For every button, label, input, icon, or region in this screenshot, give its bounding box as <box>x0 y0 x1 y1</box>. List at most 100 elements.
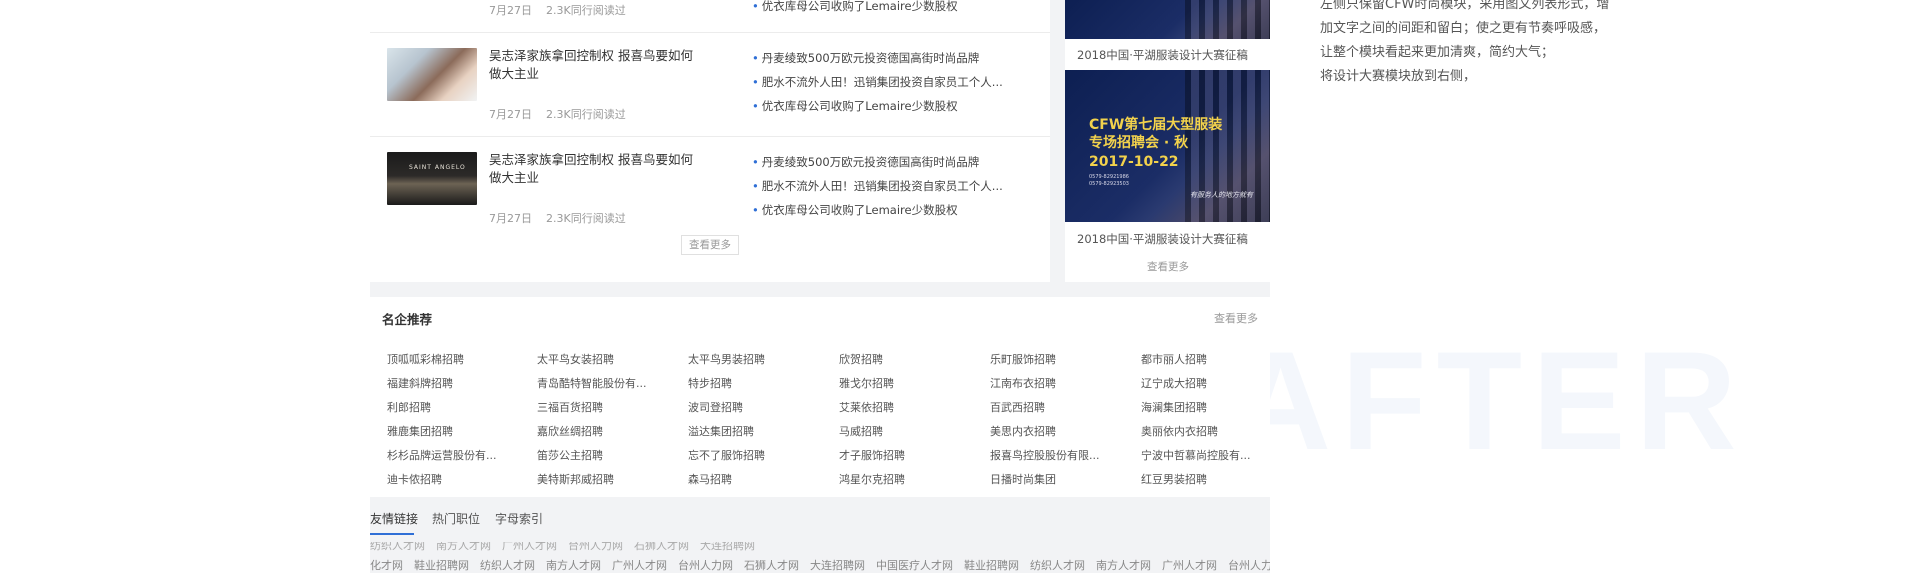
news-meta: 7月27日 2.3K同行阅读过 <box>489 2 626 18</box>
note-line: 加文字之间的间距和留白；使之更有节奏呼吸感， <box>1320 21 1607 36</box>
company-link[interactable]: 鸿星尔克招聘 <box>839 471 979 487</box>
related-link[interactable]: 肥水不流外人田！迅销集团投资自家员工个人... <box>752 174 1022 198</box>
note-line: 将设计大赛模块放到右侧， <box>1320 69 1477 84</box>
friend-link[interactable]: 石狮人才网 <box>744 559 799 572</box>
event-banner[interactable]: CFW第七届大型服装 专场招聘会 · 秋 2017-10-22 0579-829… <box>1065 70 1270 222</box>
section-title: 名企推荐 <box>382 312 433 327</box>
view-more-link[interactable]: 查看更多 <box>1147 259 1189 274</box>
banner-phone: 0579-82921986 <box>1089 174 1129 180</box>
company-link[interactable]: 顶呱呱彩棉招聘 <box>387 351 527 367</box>
event-banner[interactable] <box>1065 0 1270 39</box>
friend-link[interactable]: 广州人才网 <box>1162 559 1217 572</box>
news-title[interactable]: 吴志泽家族拿回控制权 报喜鸟要如何做大主业 <box>489 47 704 83</box>
note-line: 让整个模块看起来更加清爽，简约大气； <box>1320 45 1555 60</box>
company-link[interactable]: 辽宁成大招聘 <box>1141 375 1281 391</box>
company-link[interactable]: 奥丽依内衣招聘 <box>1141 423 1281 439</box>
news-reads: 2.3K同行阅读过 <box>546 4 626 17</box>
company-link[interactable]: 溢达集团招聘 <box>688 423 828 439</box>
company-link[interactable]: 雅鹿集团招聘 <box>387 423 527 439</box>
company-link[interactable]: 特步招聘 <box>688 375 828 391</box>
company-link[interactable]: 都市丽人招聘 <box>1141 351 1281 367</box>
tab-hot-jobs[interactable]: 热门职位 <box>432 510 480 527</box>
friend-link[interactable]: 石狮人才网 <box>634 542 689 551</box>
company-link[interactable]: 杉杉品牌运营股份有... <box>387 447 527 463</box>
friend-links-row: 纺织人才网 南方人才网 广州人才网 台州人力网 石狮人才网 大连招聘网 <box>370 542 1270 551</box>
company-link[interactable]: 美思内衣招聘 <box>990 423 1130 439</box>
company-link[interactable]: 海澜集团招聘 <box>1141 399 1281 415</box>
friend-link[interactable]: 中国医疗人才网 <box>876 559 953 572</box>
news-date: 7月27日 <box>489 4 532 17</box>
friend-link[interactable]: 南方人才网 <box>546 559 601 572</box>
event-panel: 2018中国·平湖服装设计大赛征稿 CFW第七届大型服装 专场招聘会 · 秋 2… <box>1065 0 1270 282</box>
event-caption[interactable]: 2018中国·平湖服装设计大赛征稿 <box>1077 47 1248 63</box>
friend-link[interactable]: 鞋业招聘网 <box>414 559 469 572</box>
news-row[interactable]: 7月27日 2.3K同行阅读过 优衣库母公司收购了Lemaire少数股权 <box>370 0 1050 33</box>
after-watermark: AFTER <box>1230 322 1747 479</box>
news-thumbnail[interactable] <box>387 48 477 101</box>
banner-figures <box>1185 0 1270 39</box>
company-link[interactable]: 嘉欣丝绸招聘 <box>537 423 677 439</box>
design-notes: 左侧只保留CFW时尚模块，采用图文列表形式，增 加文字之间的间距和留白；使之更有… <box>1320 0 1609 89</box>
company-link[interactable]: 太平鸟男装招聘 <box>688 351 828 367</box>
friend-link[interactable]: 大连招聘网 <box>700 542 755 551</box>
company-link[interactable]: 青岛酷特智能股份有... <box>537 375 677 391</box>
friend-link[interactable]: 纺织人才网 <box>480 559 535 572</box>
company-link[interactable]: 欣贺招聘 <box>839 351 979 367</box>
company-link[interactable]: 雅戈尔招聘 <box>839 375 979 391</box>
company-link[interactable]: 乐町服饰招聘 <box>990 351 1130 367</box>
related-link[interactable]: 肥水不流外人田！迅销集团投资自家员工个人... <box>752 70 1022 94</box>
company-link[interactable]: 太平鸟女装招聘 <box>537 351 677 367</box>
friend-link[interactable]: 鞋业招聘网 <box>964 559 1019 572</box>
friend-link[interactable]: 大连招聘网 <box>810 559 865 572</box>
news-meta: 7月27日 2.3K同行阅读过 <box>489 106 626 122</box>
news-panel: 7月27日 2.3K同行阅读过 优衣库母公司收购了Lemaire少数股权 吴志泽家… <box>370 0 1050 282</box>
company-link[interactable]: 波司登招聘 <box>688 399 828 415</box>
friend-link[interactable]: 南方人才网 <box>436 542 491 551</box>
company-link[interactable]: 三福百货招聘 <box>537 399 677 415</box>
company-link[interactable]: 才子服饰招聘 <box>839 447 979 463</box>
tab-friend-links[interactable]: 友情链接 <box>370 510 418 527</box>
news-date: 7月27日 <box>489 108 532 121</box>
related-link[interactable]: 丹麦绫致500万欧元投资德国高街时尚品牌 <box>752 46 1022 70</box>
company-link[interactable]: 忘不了服饰招聘 <box>688 447 828 463</box>
news-row[interactable]: SAINT ANGELO 吴志泽家族拿回控制权 报喜鸟要如何做大主业 7月27日… <box>370 137 1050 282</box>
company-link[interactable]: 利郎招聘 <box>387 399 527 415</box>
banner-title: CFW第七届大型服装 <box>1089 117 1223 133</box>
friend-link[interactable]: 纺织人才网 <box>370 542 425 551</box>
tab-letter-index[interactable]: 字母索引 <box>495 510 543 527</box>
related-link[interactable]: 优衣库母公司收购了Lemaire少数股权 <box>752 0 1022 18</box>
friend-link[interactable]: 南方人才网 <box>1096 559 1151 572</box>
related-link[interactable]: 优衣库母公司收购了Lemaire少数股权 <box>752 198 1022 222</box>
company-link[interactable]: 江南布衣招聘 <box>990 375 1130 391</box>
news-title[interactable]: 吴志泽家族拿回控制权 报喜鸟要如何做大主业 <box>489 151 704 187</box>
company-link[interactable]: 报喜鸟控股股份有限... <box>990 447 1130 463</box>
active-tab-indicator <box>370 533 414 535</box>
company-link[interactable]: 美特斯邦威招聘 <box>537 471 677 487</box>
friend-link[interactable]: 化才网 <box>370 559 403 572</box>
view-more-link[interactable]: 查看更多 <box>1214 310 1258 326</box>
company-link[interactable]: 笛莎公主招聘 <box>537 447 677 463</box>
friend-link[interactable]: 广州人才网 <box>612 559 667 572</box>
company-link[interactable]: 红豆男装招聘 <box>1141 471 1281 487</box>
related-link[interactable]: 丹麦绫致500万欧元投资德国高街时尚品牌 <box>752 150 1022 174</box>
news-thumbnail[interactable]: SAINT ANGELO <box>387 152 477 205</box>
friend-link[interactable]: 纺织人才网 <box>1030 559 1085 572</box>
related-link[interactable]: 优衣库母公司收购了Lemaire少数股权 <box>752 94 1022 118</box>
friend-link[interactable]: 台州人力网 <box>678 559 733 572</box>
company-link[interactable]: 迪卡侬招聘 <box>387 471 527 487</box>
company-link[interactable]: 福建斜牌招聘 <box>387 375 527 391</box>
friend-link[interactable]: 台州人力网 <box>1228 559 1270 572</box>
event-caption[interactable]: 2018中国·平湖服装设计大赛征稿 <box>1077 231 1248 247</box>
company-link[interactable]: 艾莱依招聘 <box>839 399 979 415</box>
company-link[interactable]: 宁波中哲慕尚控股有... <box>1141 447 1281 463</box>
view-more-button[interactable]: 查看更多 <box>681 235 739 255</box>
friend-link[interactable]: 台州人力网 <box>568 542 623 551</box>
company-link[interactable]: 百武西招聘 <box>990 399 1130 415</box>
related-links: 优衣库母公司收购了Lemaire少数股权 <box>752 0 1022 18</box>
friend-link[interactable]: 广州人才网 <box>502 542 557 551</box>
company-link[interactable]: 森马招聘 <box>688 471 828 487</box>
news-row[interactable]: 吴志泽家族拿回控制权 报喜鸟要如何做大主业 7月27日 2.3K同行阅读过 丹麦绫… <box>370 32 1050 137</box>
friend-links-row: 化才网 鞋业招聘网 纺织人才网 南方人才网 广州人才网 台州人力网 石狮人才网 大连招聘网 中国… <box>370 557 1270 573</box>
company-link[interactable]: 日播时尚集团 <box>990 471 1130 487</box>
company-link[interactable]: 马威招聘 <box>839 423 979 439</box>
